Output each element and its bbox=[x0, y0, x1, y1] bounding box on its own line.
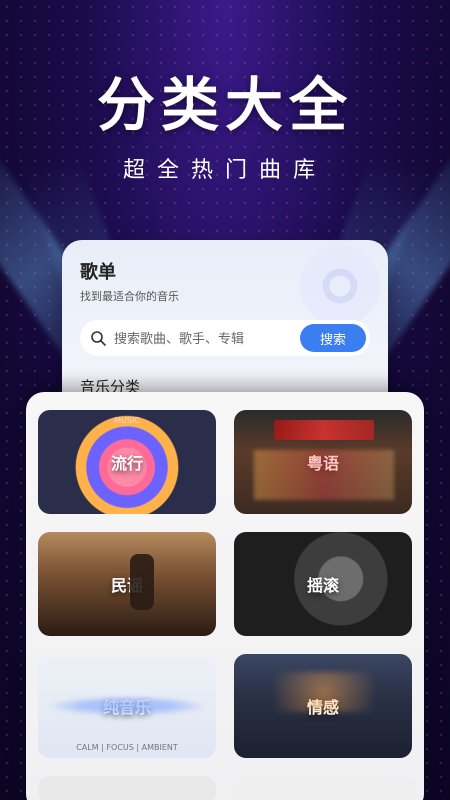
category-tile-more[interactable] bbox=[234, 776, 412, 800]
category-grid: MUSIC 流行 粤语 民谣 摇滚 纯音乐 CALM | FOCUS | AMB… bbox=[38, 410, 412, 800]
category-label: 流行 bbox=[110, 454, 143, 473]
vinyl-disc-icon bbox=[300, 246, 380, 326]
category-tile-pop[interactable]: MUSIC 流行 bbox=[38, 410, 216, 514]
category-tile-more[interactable] bbox=[38, 776, 216, 800]
category-label: 情感 bbox=[306, 698, 339, 717]
search-button[interactable]: 搜索 bbox=[300, 324, 366, 352]
category-label: 民谣 bbox=[110, 576, 143, 595]
category-tile-emotion[interactable]: 情感 bbox=[234, 654, 412, 758]
card-subtitle: 找到最适合你的音乐 bbox=[80, 290, 179, 303]
category-tile-rock[interactable]: 摇滚 bbox=[234, 532, 412, 636]
card-title: 歌单 bbox=[80, 262, 116, 283]
search-icon bbox=[90, 330, 106, 346]
category-tile-instrumental[interactable]: 纯音乐 CALM | FOCUS | AMBIENT bbox=[38, 654, 216, 758]
category-panel: MUSIC 流行 粤语 民谣 摇滚 纯音乐 CALM | FOCUS | AMB… bbox=[26, 392, 424, 800]
category-tile-cantonese[interactable]: 粤语 bbox=[234, 410, 412, 514]
search-bar[interactable]: 搜索 bbox=[80, 320, 370, 356]
hero-title: 分类大全 bbox=[96, 71, 353, 139]
hero-subtitle: 超全热门曲库 bbox=[122, 158, 327, 183]
search-input[interactable] bbox=[114, 330, 294, 346]
tile-caption: CALM | FOCUS | AMBIENT bbox=[76, 743, 178, 752]
category-label: 摇滚 bbox=[306, 576, 339, 595]
category-label: 粤语 bbox=[306, 454, 339, 473]
category-tile-folk[interactable]: 民谣 bbox=[38, 532, 216, 636]
